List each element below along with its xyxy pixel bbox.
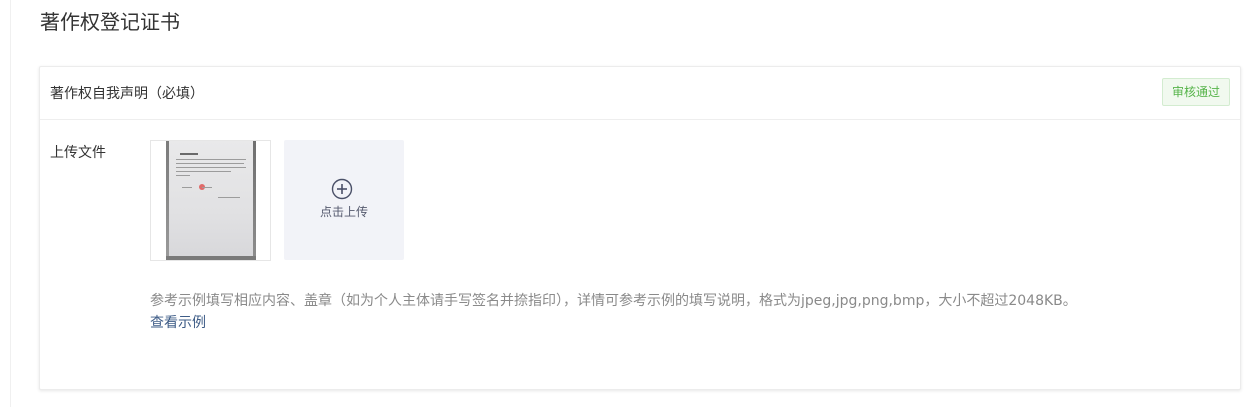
upload-button[interactable]: 点击上传 [284, 140, 404, 260]
page-title: 著作权登记证书 [40, 10, 180, 34]
plus-circle-icon [331, 178, 353, 200]
left-divider [10, 0, 11, 407]
upload-field-label: 上传文件 [50, 145, 106, 161]
page: 著作权登记证书 著作权自我声明（必填） 审核通过 上传文件 点击上传 参考示例填… [0, 0, 1255, 407]
upload-hint: 参考示例填写相应内容、盖章（如为个人主体请手写签名并捺指印），详情可参考示例的填… [150, 293, 1077, 309]
section-title: 著作权自我声明（必填） [50, 86, 204, 102]
document-photo [166, 141, 256, 260]
upload-button-label: 点击上传 [319, 205, 368, 219]
view-example-link[interactable]: 查看示例 [150, 313, 206, 333]
uploaded-file-thumbnail[interactable] [150, 140, 271, 261]
card-header: 著作权自我声明（必填） 审核通过 [40, 67, 1240, 120]
declaration-card: 著作权自我声明（必填） 审核通过 上传文件 点击上传 参考示例填写相应内容、盖章… [39, 66, 1241, 390]
status-badge: 审核通过 [1161, 78, 1230, 106]
